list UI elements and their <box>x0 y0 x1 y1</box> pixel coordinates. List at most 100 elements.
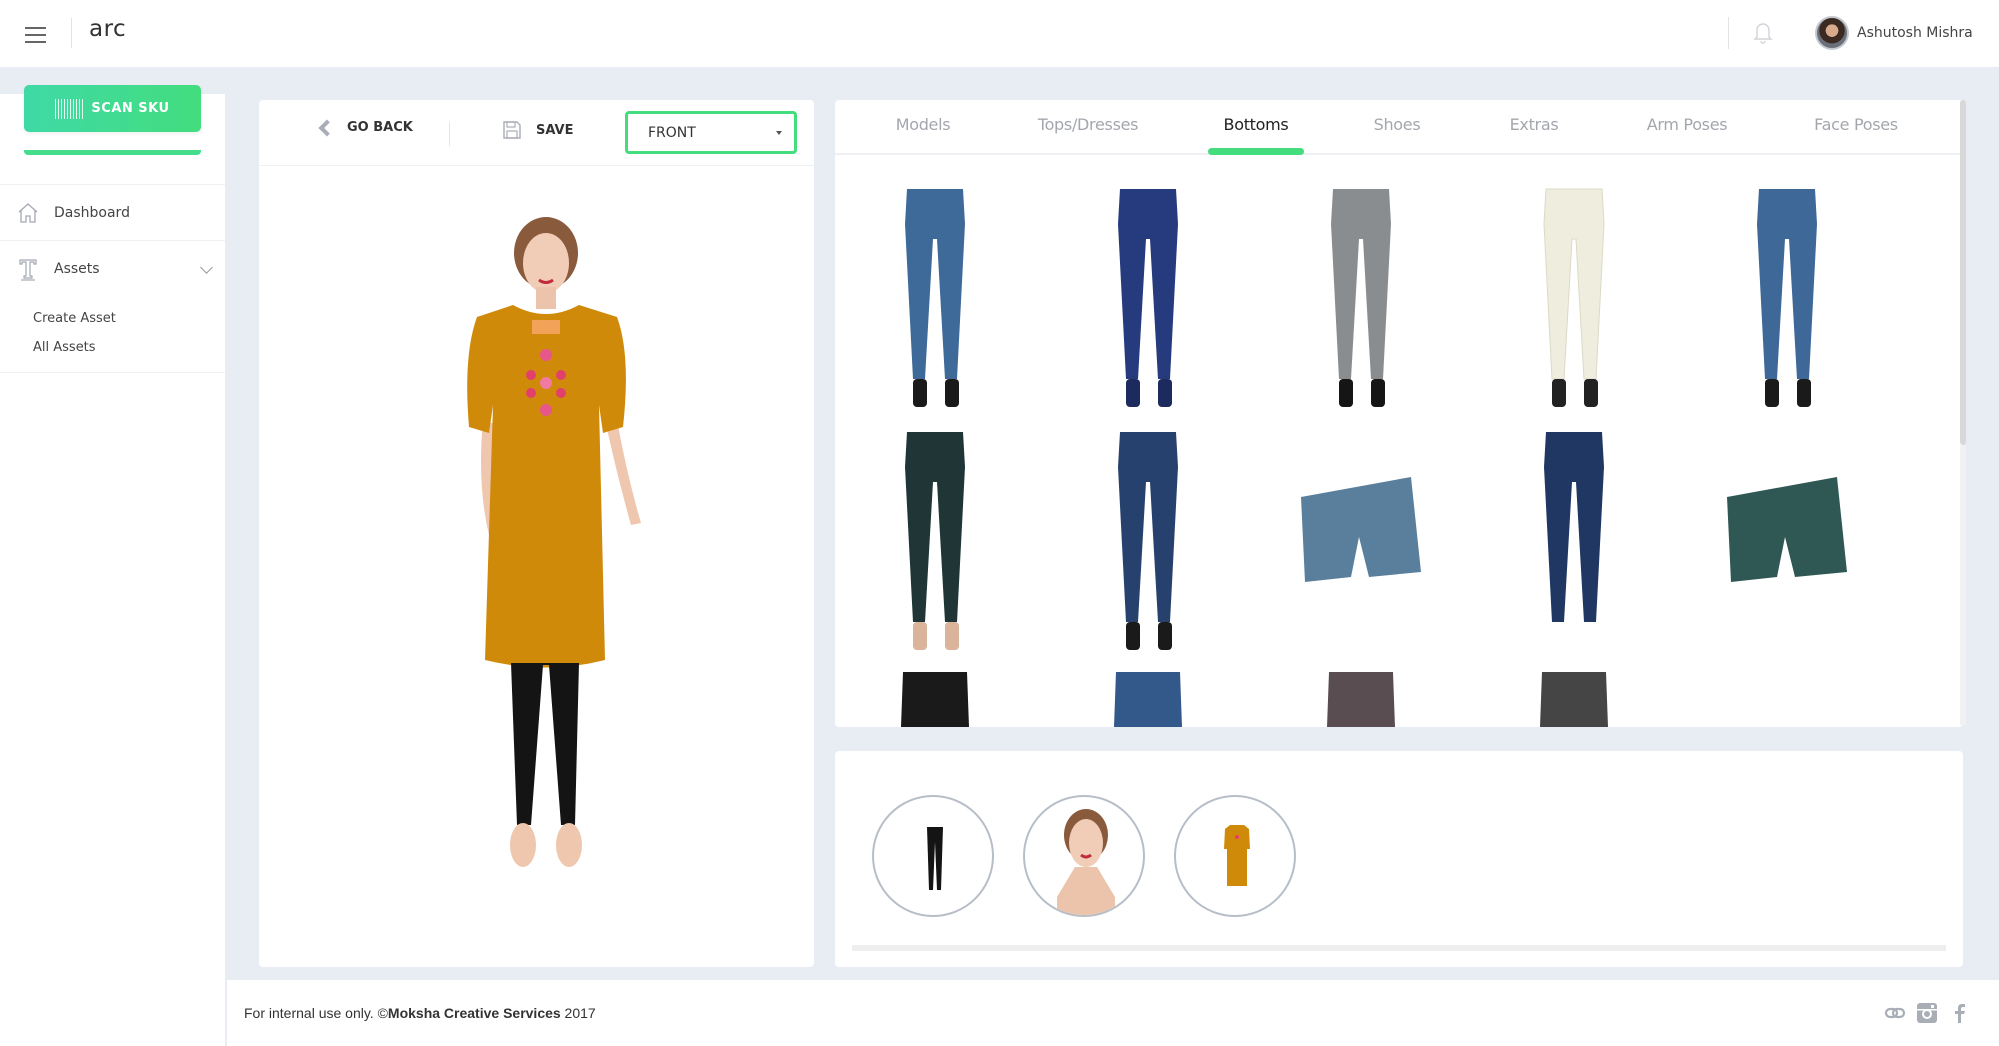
shoe-shape <box>1552 379 1566 407</box>
user-menu[interactable]: Ashutosh Mishra <box>1815 16 1973 50</box>
garment-shape <box>1540 672 1608 727</box>
asset-thumbnail[interactable] <box>1504 184 1644 414</box>
asset-thumbnail[interactable] <box>1504 667 1644 727</box>
save-icon <box>503 121 521 139</box>
scan-sku-button[interactable]: SCAN SKU <box>24 85 201 132</box>
garment-shape <box>1301 477 1421 582</box>
caret-down-icon <box>776 131 782 135</box>
model-leggings <box>511 663 579 825</box>
chevron-left-icon <box>318 119 336 136</box>
selected-asset-model-face[interactable] <box>1023 795 1145 917</box>
divider <box>1728 17 1729 49</box>
app-logo: arc <box>89 16 127 42</box>
shoe-shape <box>1339 379 1353 407</box>
sidebar-item-label: Assets <box>54 260 100 277</box>
view-select-value: FRONT <box>648 124 696 141</box>
garment-image <box>1544 432 1604 650</box>
selected-asset-kurta[interactable] <box>1174 795 1296 917</box>
divider <box>71 18 72 48</box>
sidebar-item-dashboard[interactable]: Dashboard <box>0 184 225 240</box>
model-preview <box>467 217 641 867</box>
shoe-shape <box>945 379 959 407</box>
menu-icon[interactable] <box>25 27 46 43</box>
asset-thumbnail[interactable] <box>865 184 1005 414</box>
sidebar-item-assets[interactable]: Assets <box>0 240 225 296</box>
garment-shape <box>1543 188 1605 380</box>
editor-toolbar: GO BACK SAVE FRONT <box>259 100 814 166</box>
kurta-thumbnail <box>1224 825 1250 886</box>
garment-shape <box>1327 672 1395 727</box>
footer-year: 2017 <box>560 1005 596 1021</box>
garment-image <box>901 672 969 727</box>
scan-sku-label: SCAN SKU <box>91 101 170 116</box>
garment-image <box>905 432 965 650</box>
tab-face-poses[interactable]: Face Poses <box>1814 115 1898 134</box>
asset-thumbnail[interactable] <box>1717 184 1857 414</box>
barcode-icon <box>55 98 84 119</box>
asset-thumbnail[interactable] <box>1504 427 1644 657</box>
garment-shape <box>1118 189 1178 379</box>
garment-image <box>1114 672 1182 727</box>
garment-image <box>1301 477 1421 582</box>
garment-shape <box>1114 672 1182 727</box>
asset-thumbnail[interactable] <box>1291 184 1431 414</box>
asset-thumbnail[interactable] <box>865 427 1005 657</box>
preview-panel: GO BACK SAVE FRONT <box>259 100 814 967</box>
face-thumbnail <box>1057 809 1115 915</box>
asset-thumbnail[interactable] <box>1078 667 1218 727</box>
leggings-thumbnail <box>927 827 943 890</box>
footer: For internal use only. ©Moksha Creative … <box>227 980 1999 1046</box>
save-button[interactable]: SAVE <box>502 120 573 140</box>
garment-shape <box>1727 477 1847 582</box>
shoe-shape <box>913 379 927 407</box>
asset-thumbnail[interactable] <box>1717 427 1857 657</box>
tab-arm-poses[interactable]: Arm Poses <box>1647 115 1728 134</box>
tab-extras[interactable]: Extras <box>1510 115 1559 134</box>
model-right-foot <box>556 823 582 867</box>
shoe-shape <box>1158 379 1172 407</box>
shoe-shape <box>1126 379 1140 407</box>
chevron-down-icon[interactable] <box>200 261 213 274</box>
sidebar-nav: Dashboard Assets Create Asset All Assets <box>0 184 225 373</box>
garment-shape <box>901 672 969 727</box>
garment-shape <box>1757 189 1817 379</box>
tab-tops-dresses[interactable]: Tops/Dresses <box>1038 115 1139 134</box>
shoe-shape <box>1552 622 1566 650</box>
tab-shoes[interactable]: Shoes <box>1374 115 1421 134</box>
footer-copyright: For internal use only. ©Moksha Creative … <box>244 1005 596 1021</box>
sidebar-subitem-create-asset[interactable]: Create Asset <box>0 304 225 333</box>
shoe-shape <box>1158 622 1172 650</box>
text-tool-icon <box>19 258 37 281</box>
bell-icon[interactable] <box>1752 20 1774 44</box>
sidebar-subitem-all-assets[interactable]: All Assets <box>0 333 225 362</box>
facebook-icon[interactable] <box>1949 1002 1971 1024</box>
shoe-shape <box>1126 622 1140 650</box>
asset-grid <box>835 157 1963 727</box>
tab-bottoms[interactable]: Bottoms <box>1224 115 1289 134</box>
garment-image <box>1543 188 1605 407</box>
garment-image <box>1327 672 1395 727</box>
link-icon[interactable] <box>1884 1002 1906 1024</box>
instagram-icon[interactable] <box>1916 1002 1938 1024</box>
model-right-arm <box>605 420 641 525</box>
view-select[interactable]: FRONT <box>625 111 797 154</box>
shoe-shape <box>1584 379 1598 407</box>
selection-scrollbar[interactable] <box>852 945 1946 951</box>
asset-thumbnail[interactable] <box>1291 667 1431 727</box>
garment-image <box>1757 189 1817 407</box>
go-back-button[interactable]: GO BACK <box>318 119 413 136</box>
catalog-scrollbar-track[interactable] <box>1960 445 1966 725</box>
asset-thumbnail[interactable] <box>1291 427 1431 657</box>
tab-models[interactable]: Models <box>896 115 951 134</box>
asset-thumbnail[interactable] <box>865 667 1005 727</box>
footer-company: Moksha Creative Services <box>387 1005 561 1021</box>
category-tabs: Models Tops/Dresses Bottoms Shoes Extras… <box>835 100 1963 155</box>
asset-thumbnail[interactable] <box>1078 184 1218 414</box>
catalog-scrollbar-thumb[interactable] <box>1960 100 1966 445</box>
avatar[interactable] <box>1815 16 1849 50</box>
shoe-shape <box>1765 379 1779 407</box>
selected-asset-leggings[interactable] <box>872 795 994 917</box>
garment-shape <box>905 189 965 379</box>
garment-shape <box>1331 189 1391 379</box>
asset-thumbnail[interactable] <box>1078 427 1218 657</box>
